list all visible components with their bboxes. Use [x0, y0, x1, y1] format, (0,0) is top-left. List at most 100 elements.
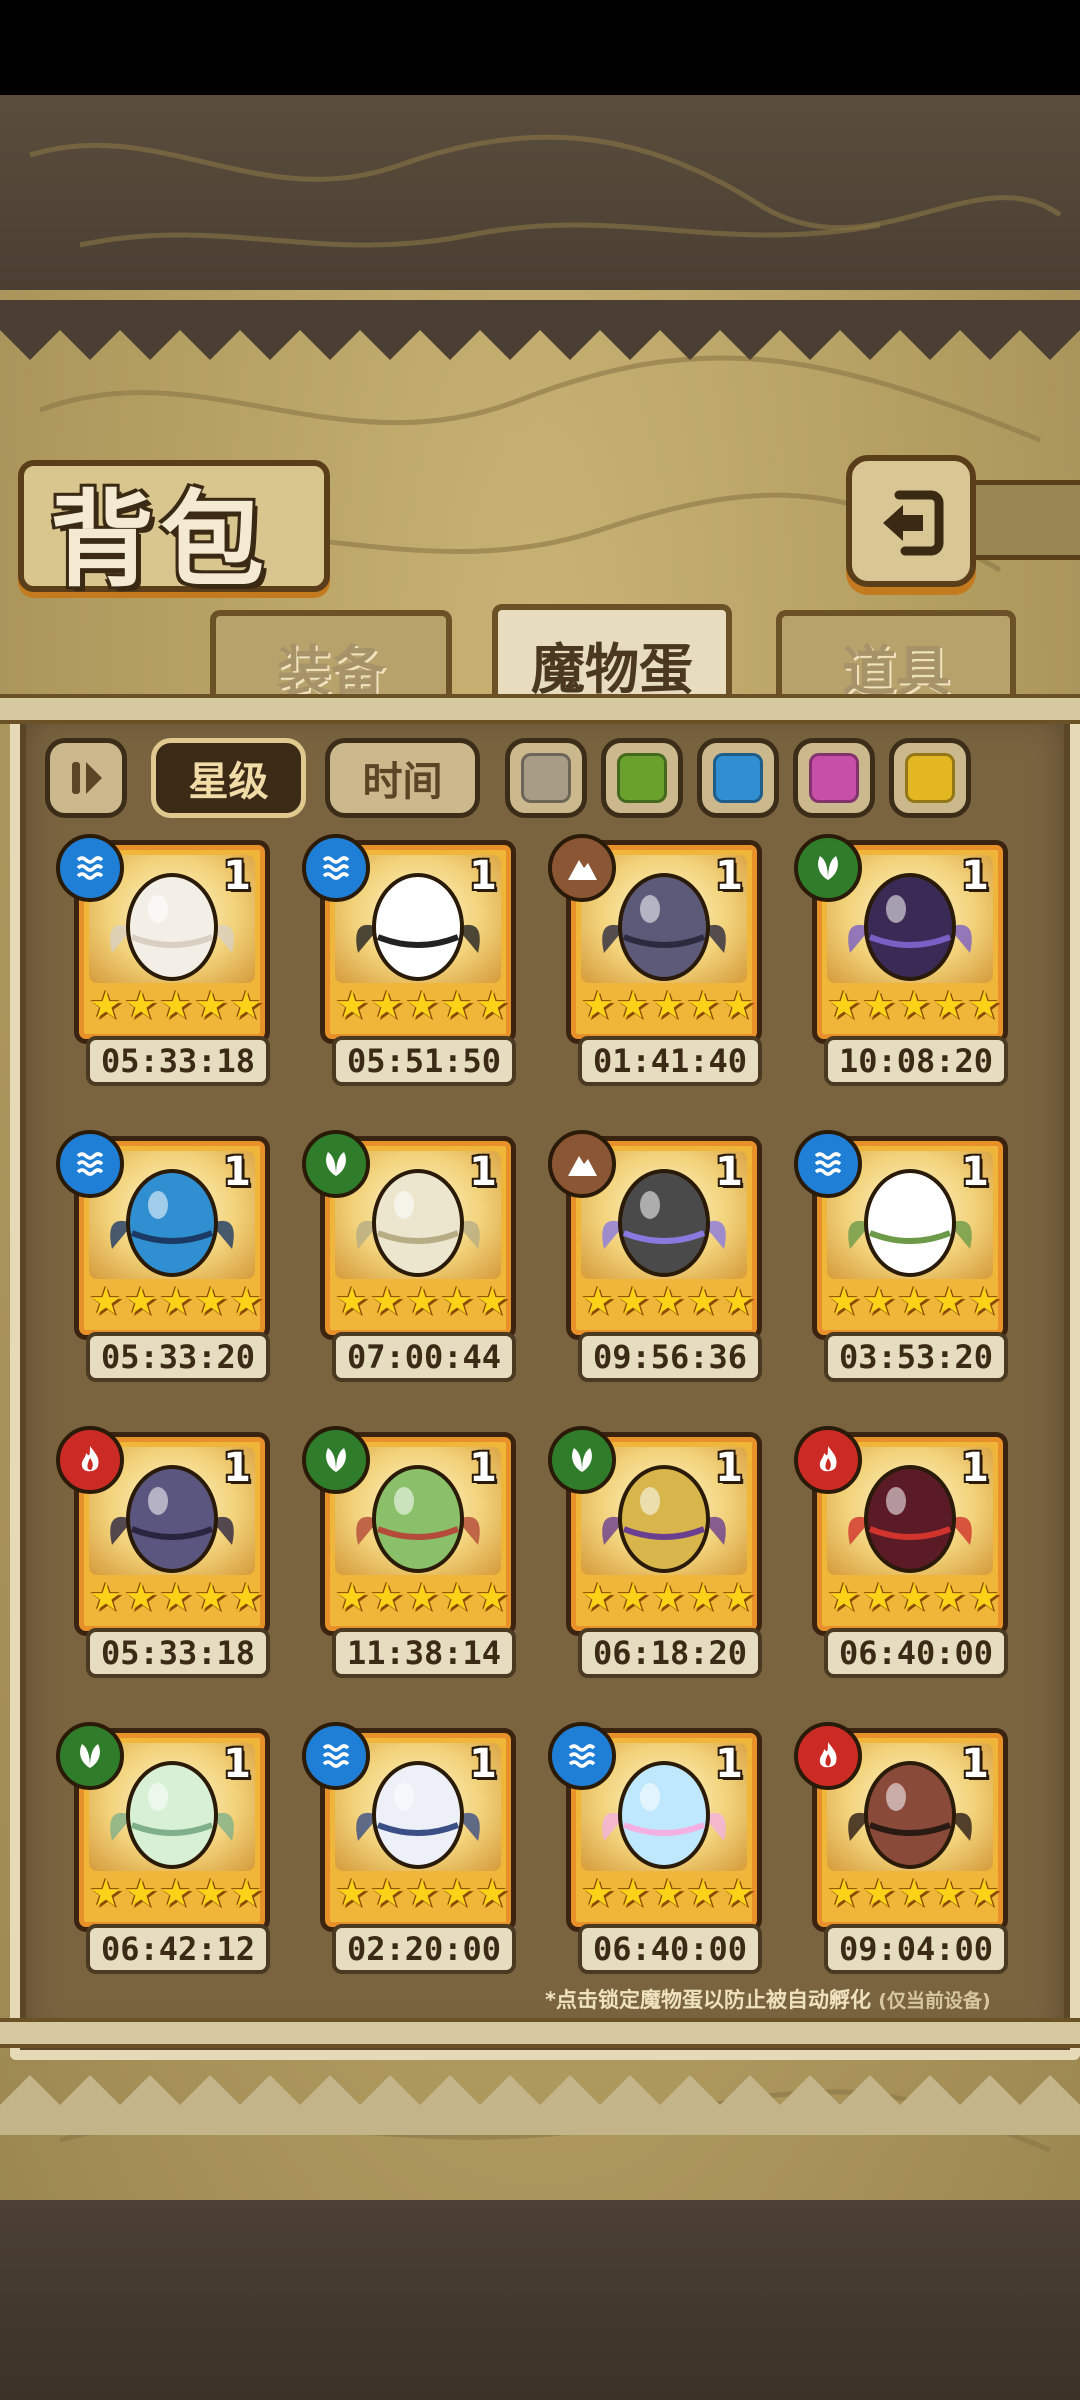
star-icon: ★: [229, 1575, 264, 1619]
egg-card[interactable]: 1 ★ ★ ★ ★ ★ 05:33:18: [56, 834, 270, 1086]
egg-card[interactable]: 1 ★ ★ ★ ★ ★ 01:41:40: [548, 834, 762, 1086]
star-icon: ★: [896, 983, 932, 1027]
water-icon: [56, 1130, 124, 1198]
yellow-swatch: [905, 753, 955, 803]
star-icon: ★: [194, 983, 229, 1027]
sort-by-time-button[interactable]: 时间: [325, 738, 480, 818]
star-icon: ★: [861, 983, 896, 1027]
color-filter-green[interactable]: [601, 738, 683, 818]
egg-card[interactable]: 1 ★ ★ ★ ★ ★ 03:53:20: [794, 1130, 1008, 1382]
egg-card[interactable]: 1 ★ ★ ★ ★ ★ 06:40:00: [794, 1426, 1008, 1678]
star-icon: ★: [123, 1871, 158, 1915]
star-icon: ★: [194, 1871, 229, 1915]
star-icon: ★: [650, 1279, 686, 1323]
egg-card[interactable]: 1 ★ ★ ★ ★ ★ 06:40:00: [548, 1722, 762, 1974]
star-icon: ★: [896, 1575, 932, 1619]
hatch-timer: 05:33:20: [86, 1332, 270, 1382]
star-icon: ★: [194, 1575, 229, 1619]
hatch-timer: 05:33:18: [86, 1036, 270, 1086]
color-filter-yellow[interactable]: [889, 738, 971, 818]
star-icon: ★: [440, 1871, 475, 1915]
sort-order-toggle[interactable]: [45, 738, 127, 818]
star-icon: ★: [194, 1279, 229, 1323]
flame-icon: [56, 1426, 124, 1494]
color-filter-purple[interactable]: [793, 738, 875, 818]
star-icon: ★: [369, 983, 404, 1027]
star-icon: ★: [158, 1871, 194, 1915]
star-icon: ★: [721, 1871, 756, 1915]
star-icon: ★: [229, 1871, 264, 1915]
star-rating: ★ ★ ★ ★ ★: [580, 1573, 755, 1621]
star-icon: ★: [721, 983, 756, 1027]
star-rating: ★ ★ ★ ★ ★: [827, 1869, 1002, 1917]
egg-count: 1: [715, 1741, 743, 1787]
panel-rail-top: [0, 694, 1080, 724]
star-icon: ★: [369, 1279, 404, 1323]
egg-card[interactable]: 1 ★ ★ ★ ★ ★ 06:42:12: [56, 1722, 270, 1974]
mountain-icon: [548, 834, 616, 902]
egg-card[interactable]: 1 ★ ★ ★ ★ ★ 09:56:36: [548, 1130, 762, 1382]
star-icon: ★: [967, 1871, 1002, 1915]
egg-card[interactable]: 1 ★ ★ ★ ★ ★ 05:33:18: [56, 1426, 270, 1678]
star-icon: ★: [334, 1575, 369, 1619]
star-icon: ★: [650, 983, 686, 1027]
egg-card[interactable]: 1 ★ ★ ★ ★ ★ 02:20:00: [302, 1722, 516, 1974]
star-icon: ★: [932, 1871, 967, 1915]
hatch-timer: 10:08:20: [824, 1036, 1008, 1086]
star-icon: ★: [475, 1871, 510, 1915]
water-icon: [548, 1722, 616, 1790]
star-rating: ★ ★ ★ ★ ★: [334, 981, 510, 1029]
star-icon: ★: [158, 1575, 194, 1619]
sort-by-stars-button[interactable]: 星级: [151, 738, 306, 818]
hatch-timer: 01:41:40: [578, 1036, 762, 1086]
star-icon: ★: [932, 1575, 967, 1619]
star-rating: ★ ★ ★ ★ ★: [827, 1277, 1001, 1325]
egg-card[interactable]: 1 ★ ★ ★ ★ ★ 05:51:50: [302, 834, 516, 1086]
color-filter-blue[interactable]: [697, 738, 779, 818]
star-icon: ★: [123, 1279, 158, 1323]
star-icon: ★: [932, 1279, 967, 1323]
egg-card[interactable]: 1 ★ ★ ★ ★ ★ 11:38:14: [302, 1426, 516, 1678]
hatch-timer: 06:40:00: [578, 1924, 762, 1974]
water-icon: [794, 1130, 862, 1198]
star-icon: ★: [896, 1871, 932, 1915]
color-filter-gray[interactable]: [505, 738, 587, 818]
star-icon: ★: [650, 1871, 686, 1915]
star-icon: ★: [475, 983, 510, 1027]
hatch-timer: 06:18:20: [578, 1628, 762, 1678]
star-icon: ★: [580, 1575, 615, 1619]
star-icon: ★: [88, 983, 123, 1027]
star-icon: ★: [404, 1575, 440, 1619]
egg-card[interactable]: 1 ★ ★ ★ ★ ★ 05:33:20: [56, 1130, 270, 1382]
gray-swatch: [521, 753, 571, 803]
star-icon: ★: [475, 1279, 510, 1323]
star-icon: ★: [369, 1575, 404, 1619]
back-button[interactable]: [846, 455, 976, 587]
star-icon: ★: [334, 1871, 369, 1915]
map-background-bottom: [0, 2200, 1080, 2400]
star-rating: ★ ★ ★ ★ ★: [581, 1277, 755, 1325]
egg-card[interactable]: 1 ★ ★ ★ ★ ★ 09:04:00: [794, 1722, 1008, 1974]
torn-edge-top: [0, 300, 1080, 360]
page-title: 背包: [50, 479, 271, 601]
star-icon: ★: [440, 1279, 475, 1323]
egg-count: 1: [223, 853, 251, 899]
star-icon: ★: [896, 1279, 932, 1323]
leaf-icon: [794, 834, 862, 902]
hatch-timer: 05:33:18: [86, 1628, 270, 1678]
sort-order-icon: [72, 762, 102, 794]
egg-card[interactable]: 1 ★ ★ ★ ★ ★ 06:18:20: [548, 1426, 762, 1678]
egg-card[interactable]: 1 ★ ★ ★ ★ ★ 10:08:20: [794, 834, 1008, 1086]
status-bar: [0, 0, 1080, 95]
star-icon: ★: [686, 1279, 721, 1323]
egg-card[interactable]: 1 ★ ★ ★ ★ ★ 07:00:44: [302, 1130, 516, 1382]
star-rating: ★ ★ ★ ★ ★: [827, 1573, 1001, 1621]
star-rating: ★ ★ ★ ★ ★: [827, 981, 1001, 1029]
hatch-timer: 06:40:00: [824, 1628, 1008, 1678]
star-icon: ★: [686, 983, 721, 1027]
hatch-timer: 02:20:00: [332, 1924, 516, 1974]
star-icon: ★: [334, 983, 369, 1027]
blue-swatch: [713, 753, 763, 803]
star-icon: ★: [123, 1575, 158, 1619]
star-icon: ★: [686, 1871, 721, 1915]
